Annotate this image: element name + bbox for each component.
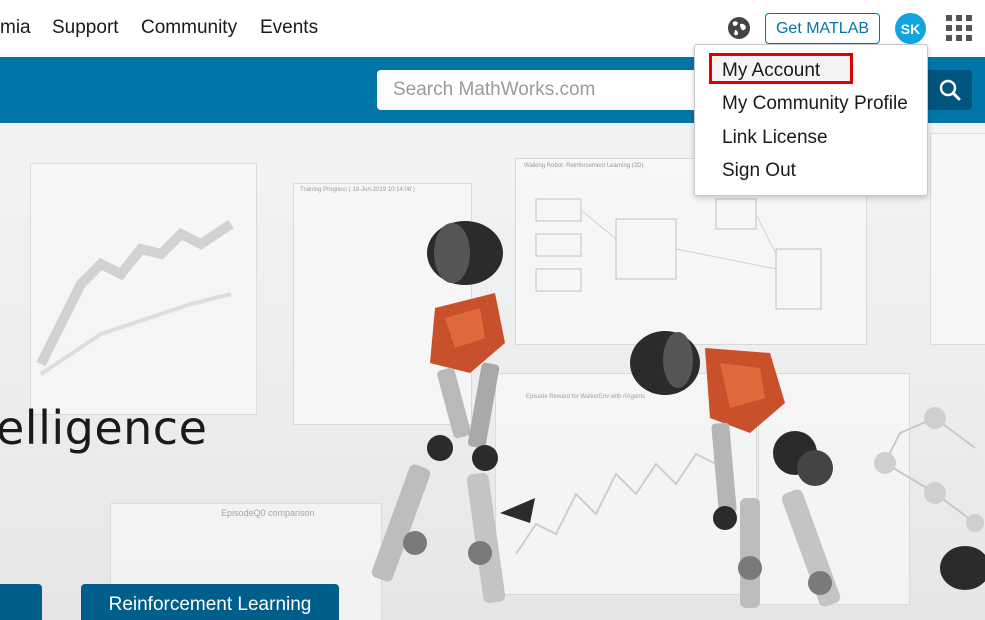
robot-partial-right	[940, 546, 985, 590]
globe-icon[interactable]	[726, 15, 752, 41]
nav-item-events[interactable]: Events	[260, 17, 318, 39]
robot-illustration-right	[630, 331, 841, 608]
robot-illustration-left	[371, 221, 535, 604]
panel-title: Walking Robot: Reinforcement Learning (2…	[524, 163, 644, 169]
get-matlab-button[interactable]: Get MATLAB	[765, 13, 880, 44]
side-chart-panel	[930, 133, 985, 345]
nav-item-community[interactable]: Community	[141, 17, 237, 39]
nav-item-support[interactable]: Support	[52, 17, 119, 39]
menu-item-sign-out[interactable]: Sign Out	[722, 160, 796, 182]
avatar[interactable]: SK	[895, 13, 926, 44]
search-placeholder: Search MathWorks.com	[393, 79, 596, 100]
menu-item-link-license[interactable]: Link License	[722, 127, 828, 149]
hero-button-left[interactable]	[0, 584, 42, 620]
hero-banner: Training Progress ( 18-Jun-2019 10:14:08…	[0, 123, 985, 620]
hero-heading: elligence	[0, 401, 208, 455]
panel-title: Training Progress ( 18-Jun-2019 10:14:08…	[300, 187, 415, 193]
search-icon	[939, 79, 961, 101]
chart-panel-background	[30, 163, 257, 415]
nav-item-academia[interactable]: mia	[0, 17, 31, 39]
menu-item-community-profile[interactable]: My Community Profile	[722, 93, 908, 115]
reinforcement-learning-button[interactable]: Reinforcement Learning	[81, 584, 339, 620]
menu-item-my-account[interactable]: My Account	[722, 60, 820, 82]
search-button[interactable]	[928, 70, 972, 110]
panel-title: EpisodeQ0 comparison	[221, 508, 315, 518]
account-dropdown-menu: My Account My Community Profile Link Lic…	[694, 44, 928, 196]
apps-grid-icon[interactable]	[946, 15, 972, 41]
